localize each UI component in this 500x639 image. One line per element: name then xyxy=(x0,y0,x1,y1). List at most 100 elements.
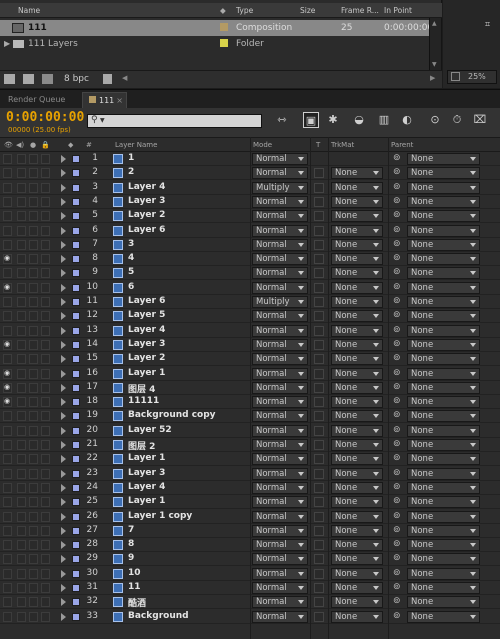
trkmat-dropdown[interactable]: None xyxy=(331,324,383,337)
layer-name[interactable]: 7 xyxy=(128,525,134,535)
trkmat-dropdown[interactable]: None xyxy=(331,253,383,266)
col-in-point[interactable]: In Point xyxy=(384,6,412,15)
label-swatch[interactable] xyxy=(72,455,80,464)
layer-name[interactable]: 11 xyxy=(128,582,141,592)
lock-switch[interactable] xyxy=(41,254,50,265)
label-swatch[interactable] xyxy=(72,326,80,335)
label-swatch[interactable] xyxy=(220,39,228,47)
layer-name[interactable]: 10 xyxy=(128,568,141,578)
preserve-transparency-checkbox[interactable] xyxy=(314,397,324,408)
trkmat-dropdown[interactable]: None xyxy=(331,167,383,180)
video-switch[interactable] xyxy=(3,611,12,622)
video-switch[interactable] xyxy=(3,196,12,207)
mode-dropdown[interactable]: Normal xyxy=(252,167,308,180)
trkmat-dropdown[interactable]: None xyxy=(331,439,383,451)
mode-dropdown[interactable]: Normal xyxy=(252,224,308,237)
frame-blending-icon[interactable]: ▥ xyxy=(376,112,392,128)
label-column-icon[interactable]: ◆ xyxy=(220,6,226,15)
lock-switch[interactable] xyxy=(41,482,50,493)
expand-triangle-icon[interactable] xyxy=(61,584,66,592)
layer-name[interactable]: 9 xyxy=(128,553,134,563)
layer-name[interactable]: 图层 4 xyxy=(128,382,155,395)
label-swatch[interactable] xyxy=(72,526,80,535)
audio-switch[interactable] xyxy=(17,540,26,551)
layer-name[interactable]: Layer 1 copy xyxy=(128,511,192,521)
expand-triangle-icon[interactable] xyxy=(61,455,66,464)
expand-triangle-icon[interactable] xyxy=(61,183,66,192)
tab-composition-111[interactable]: 111 × xyxy=(82,92,127,109)
video-switch[interactable] xyxy=(3,540,12,551)
expand-triangle-icon[interactable] xyxy=(61,326,66,335)
preserve-transparency-checkbox[interactable] xyxy=(314,482,324,493)
expand-triangle-icon[interactable] xyxy=(61,197,66,206)
preserve-transparency-checkbox[interactable] xyxy=(314,382,324,393)
video-switch[interactable] xyxy=(3,168,12,179)
mode-dropdown[interactable]: Normal xyxy=(252,195,308,208)
label-swatch[interactable] xyxy=(72,498,80,507)
mode-dropdown[interactable]: Normal xyxy=(252,510,308,523)
lock-switch[interactable] xyxy=(41,282,50,293)
col-size[interactable]: Size xyxy=(300,6,315,15)
audio-switch[interactable] xyxy=(17,511,26,522)
mode-dropdown[interactable]: Normal xyxy=(252,539,308,552)
layer-name[interactable]: Layer 4 xyxy=(128,482,165,492)
solo-switch[interactable] xyxy=(29,196,38,207)
new-composition-icon[interactable] xyxy=(42,74,53,84)
lock-switch[interactable] xyxy=(41,525,50,536)
audio-switch[interactable] xyxy=(17,154,26,164)
pick-whip-icon[interactable]: ⊚ xyxy=(393,253,401,263)
mode-dropdown[interactable]: Normal xyxy=(252,596,308,609)
col-parent[interactable]: Parent xyxy=(391,141,413,149)
parent-dropdown[interactable]: None xyxy=(407,338,480,351)
lock-switch[interactable] xyxy=(41,339,50,350)
col-hash[interactable]: # xyxy=(86,141,92,149)
mode-dropdown[interactable]: Normal xyxy=(252,467,308,480)
solo-switch[interactable] xyxy=(29,311,38,322)
pick-whip-icon[interactable]: ⊚ xyxy=(393,425,401,435)
scroll-right-icon[interactable]: ▶ xyxy=(430,74,435,82)
close-icon[interactable]: × xyxy=(116,96,123,105)
preserve-transparency-checkbox[interactable] xyxy=(314,354,324,365)
preserve-transparency-checkbox[interactable] xyxy=(314,568,324,579)
solo-switch[interactable] xyxy=(29,583,38,593)
trkmat-dropdown[interactable]: None xyxy=(331,610,383,623)
label-swatch[interactable] xyxy=(72,555,80,564)
pick-whip-icon[interactable]: ⊚ xyxy=(393,496,401,506)
video-switch[interactable] xyxy=(3,454,12,465)
mode-dropdown[interactable]: Normal xyxy=(252,524,308,537)
label-swatch[interactable] xyxy=(72,512,80,521)
mode-dropdown[interactable]: Normal xyxy=(252,253,308,266)
solo-switch[interactable] xyxy=(29,397,38,408)
mode-dropdown[interactable]: Normal xyxy=(252,424,308,437)
expand-triangle-icon[interactable] xyxy=(61,498,66,507)
label-swatch[interactable] xyxy=(72,398,80,407)
lock-switch[interactable] xyxy=(41,411,50,422)
label-swatch[interactable] xyxy=(72,340,80,349)
solo-switch[interactable] xyxy=(29,525,38,536)
solo-switch[interactable] xyxy=(29,268,38,279)
solo-switch[interactable] xyxy=(29,368,38,379)
label-swatch[interactable] xyxy=(72,155,80,163)
eye-icon[interactable]: ◉ xyxy=(3,368,12,379)
preserve-transparency-checkbox[interactable] xyxy=(314,611,324,622)
parent-dropdown[interactable]: None xyxy=(407,539,480,552)
mode-dropdown[interactable]: Multiply xyxy=(252,296,308,308)
video-switch[interactable] xyxy=(3,554,12,565)
pick-whip-icon[interactable]: ⊚ xyxy=(393,382,401,392)
layer-name[interactable]: 6 xyxy=(128,282,134,292)
layer-name[interactable]: Layer 1 xyxy=(128,368,165,378)
lock-switch[interactable] xyxy=(41,368,50,379)
solo-switch[interactable] xyxy=(29,297,38,307)
solo-switch[interactable] xyxy=(29,411,38,422)
video-switch[interactable] xyxy=(3,482,12,493)
mode-dropdown[interactable]: Normal xyxy=(252,396,308,409)
video-switch[interactable] xyxy=(3,154,12,164)
label-swatch[interactable] xyxy=(72,469,80,478)
label-swatch[interactable] xyxy=(72,197,80,206)
lock-switch[interactable] xyxy=(41,554,50,565)
expand-triangle-icon[interactable] xyxy=(61,298,66,306)
video-switch[interactable] xyxy=(3,411,12,422)
audio-switch[interactable] xyxy=(17,440,26,450)
solo-switch[interactable] xyxy=(29,225,38,236)
preserve-transparency-checkbox[interactable] xyxy=(314,368,324,379)
